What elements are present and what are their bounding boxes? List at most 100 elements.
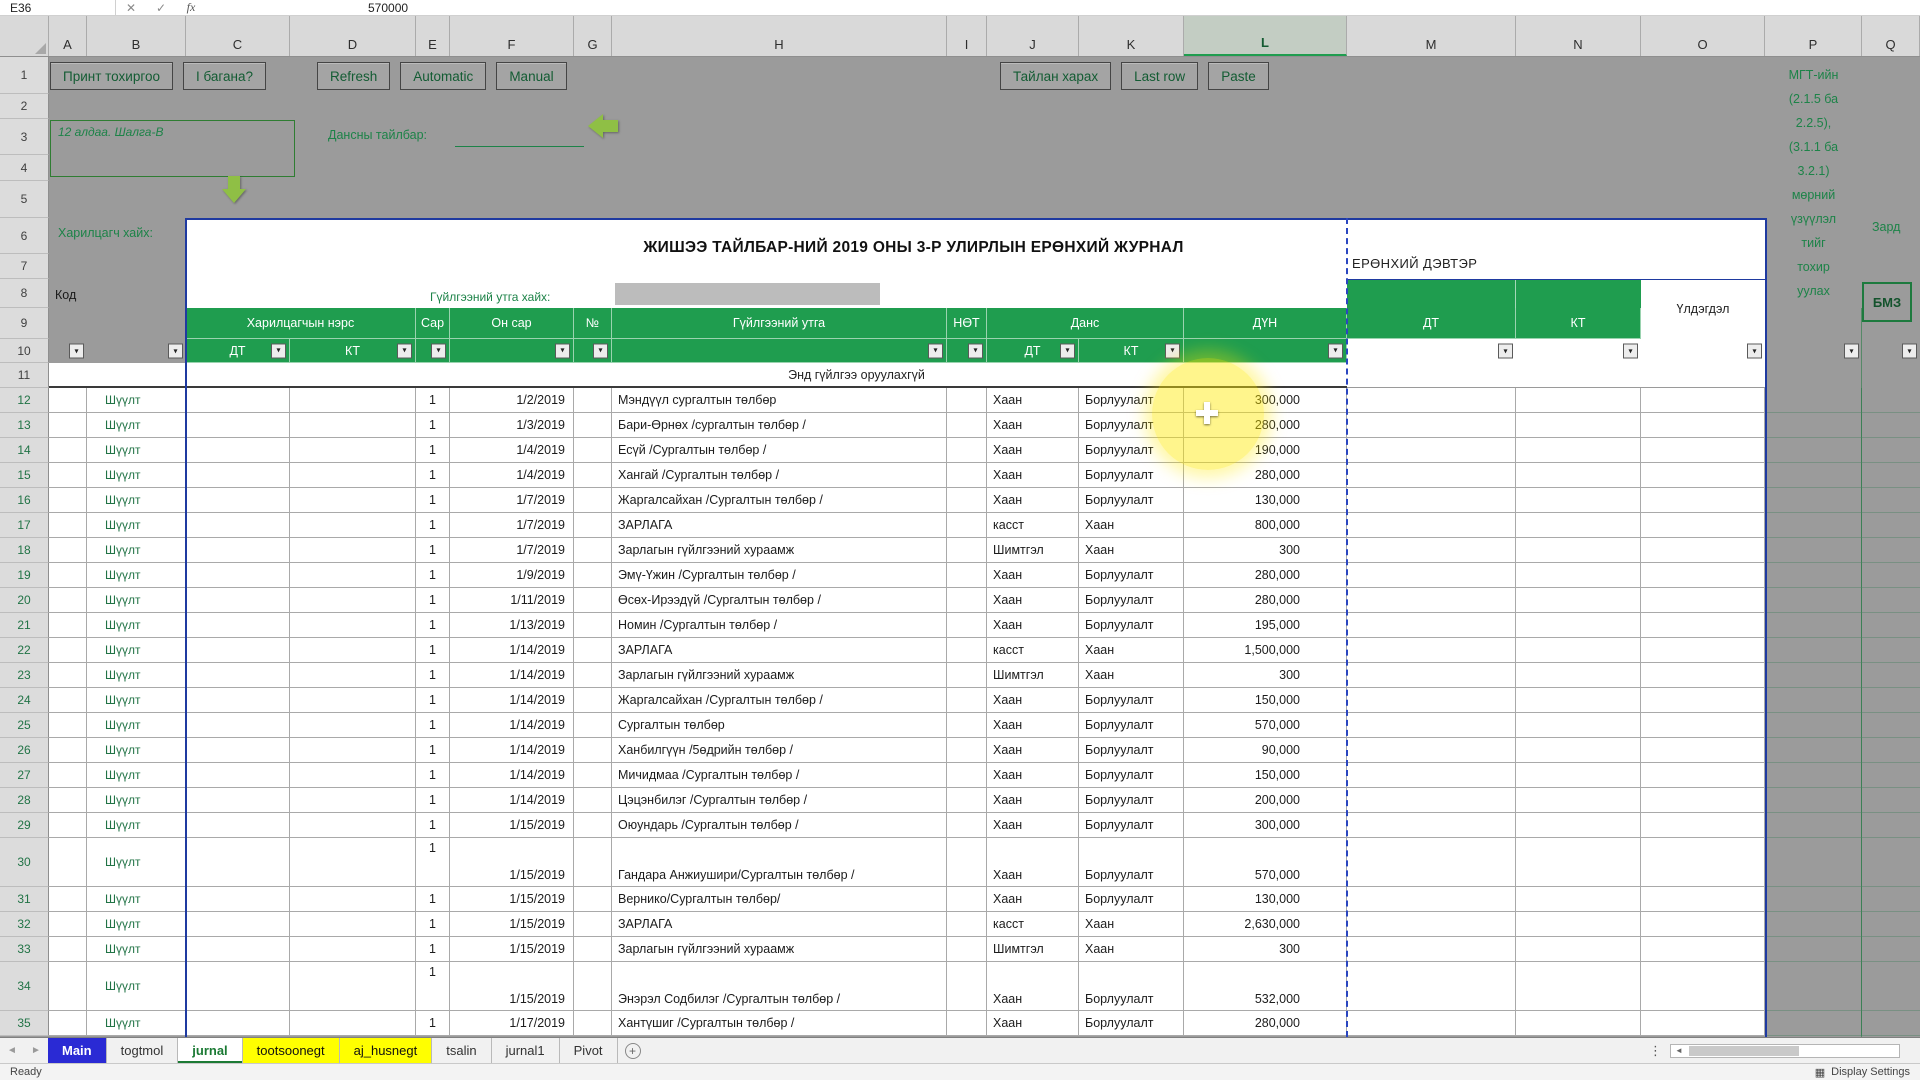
cell-month[interactable]: 1 [416,513,450,538]
cell-amount[interactable]: 200,000 [1184,788,1347,813]
filter-dropdown[interactable]: ▾ [1844,344,1859,359]
cell-description[interactable]: Хангай /Сургалтын төлбөр / [612,463,947,488]
filter-dropdown[interactable]: ▾ [555,343,570,358]
cell-balance[interactable] [1641,538,1765,563]
cell-ledger-dt[interactable] [1347,638,1516,663]
cell-vat[interactable] [947,463,987,488]
formula-bar-value[interactable]: 570000 [368,1,408,15]
cell-vat[interactable] [947,738,987,763]
cell-vat[interactable] [947,1011,987,1036]
row-header[interactable]: 14 [0,438,49,463]
cell-P[interactable] [1765,413,1862,438]
cell-partner-dt[interactable] [186,962,290,1011]
cell-ledger-dt[interactable] [1347,763,1516,788]
cell-amount[interactable]: 195,000 [1184,613,1347,638]
cell-region[interactable] [1862,254,1920,279]
cell-no[interactable] [574,563,612,588]
filter-dropdown[interactable]: ▾ [168,344,183,359]
cell-ledger-kt[interactable] [1516,838,1641,887]
cell-A[interactable] [49,588,87,613]
cell-Q[interactable] [1862,613,1920,638]
cell-account-dt[interactable]: Шимтгэл [987,937,1079,962]
cell-ledger-kt[interactable] [1516,438,1641,463]
cell-P[interactable] [1765,488,1862,513]
filter-dropdown[interactable]: ▾ [1902,344,1917,359]
cell-account-dt[interactable]: Хаан [987,738,1079,763]
cell-amount[interactable]: 532,000 [1184,962,1347,1011]
cell-balance[interactable] [1641,413,1765,438]
cell-ledger-kt[interactable] [1516,788,1641,813]
cell-balance[interactable] [1641,463,1765,488]
cell-region[interactable] [1765,363,1862,388]
accept-icon[interactable]: ✓ [146,1,176,15]
cell-partner-kt[interactable] [290,538,416,563]
cell-ledger-kt[interactable] [1516,887,1641,912]
cell-ledger-dt[interactable] [1347,912,1516,937]
cell-filter[interactable]: Шүүлт [87,962,186,1011]
column-header-B[interactable]: B [87,16,186,56]
cell-ledger-kt[interactable] [1516,588,1641,613]
column-header-C[interactable]: C [186,16,290,56]
row-header[interactable]: 16 [0,488,49,513]
cell-A[interactable] [49,663,87,688]
cell-partner-kt[interactable] [290,488,416,513]
cell-Q[interactable] [1862,488,1920,513]
cell-A[interactable] [49,713,87,738]
cell-partner-dt[interactable] [186,438,290,463]
cell-balance[interactable] [1641,713,1765,738]
cell-balance[interactable] [1641,937,1765,962]
cell-ledger-dt[interactable] [1347,538,1516,563]
cell-vat[interactable] [947,962,987,1011]
cell-ledger-dt[interactable] [1347,463,1516,488]
cell-ledger-dt[interactable] [1347,838,1516,887]
cell-description[interactable]: Оюундарь /Сургалтын төлбөр / [612,813,947,838]
cell-account-kt[interactable]: Борлуулалт [1079,813,1184,838]
cell-account-kt[interactable]: Борлуулалт [1079,738,1184,763]
column-header-G[interactable]: G [574,16,612,56]
cell-amount[interactable]: 300,000 [1184,813,1347,838]
cell-no[interactable] [574,912,612,937]
cell-ledger-kt[interactable] [1516,388,1641,413]
sheet-tab-togtmol[interactable]: togtmol [107,1038,179,1063]
cell-description[interactable]: Зарлагын гүйлгээний хураамж [612,663,947,688]
cell-A[interactable] [49,962,87,1011]
cell-account-kt[interactable]: Хаан [1079,912,1184,937]
cell-vat[interactable] [947,663,987,688]
cell-ledger-kt[interactable] [1516,413,1641,438]
cell-date[interactable]: 1/14/2019 [450,763,574,788]
cell-month[interactable]: 1 [416,438,450,463]
cell-ledger-kt[interactable] [1516,638,1641,663]
cell-ledger-kt[interactable] [1516,763,1641,788]
cell-month[interactable]: 1 [416,912,450,937]
cell-vat[interactable] [947,838,987,887]
cell-filter[interactable]: Шүүлт [87,887,186,912]
cell-account-dt[interactable]: Шимтгэл [987,538,1079,563]
cell-no[interactable] [574,388,612,413]
cell-partner-kt[interactable] [290,413,416,438]
cell-P[interactable] [1765,563,1862,588]
cell-region[interactable] [1765,254,1862,279]
cell-month[interactable]: 1 [416,813,450,838]
cell-filter[interactable]: Шүүлт [87,463,186,488]
cell-filter[interactable]: Шүүлт [87,688,186,713]
cell-account-kt[interactable]: Борлуулалт [1079,1011,1184,1036]
cell-filter[interactable]: Шүүлт [87,613,186,638]
cancel-icon[interactable]: ✕ [116,1,146,15]
name-box[interactable]: E36 [0,0,116,15]
cell-description[interactable]: Эмү-Үжин /Сургалтын төлбөр / [612,563,947,588]
cell-region[interactable] [49,279,186,308]
filter-dropdown[interactable]: ▾ [593,343,608,358]
cell-balance[interactable] [1641,688,1765,713]
cell-no[interactable] [574,663,612,688]
cell-no[interactable] [574,713,612,738]
cell-account-dt[interactable]: Хаан [987,488,1079,513]
cell-no[interactable] [574,788,612,813]
cell-balance[interactable] [1641,563,1765,588]
row-header[interactable]: 20 [0,588,49,613]
cell-A[interactable] [49,513,87,538]
cell-description[interactable]: Бари-Өрнөх /сургалтын төлбөр / [612,413,947,438]
cell-no[interactable] [574,463,612,488]
cell-P[interactable] [1765,713,1862,738]
cell-P[interactable] [1765,887,1862,912]
cell-P[interactable] [1765,463,1862,488]
